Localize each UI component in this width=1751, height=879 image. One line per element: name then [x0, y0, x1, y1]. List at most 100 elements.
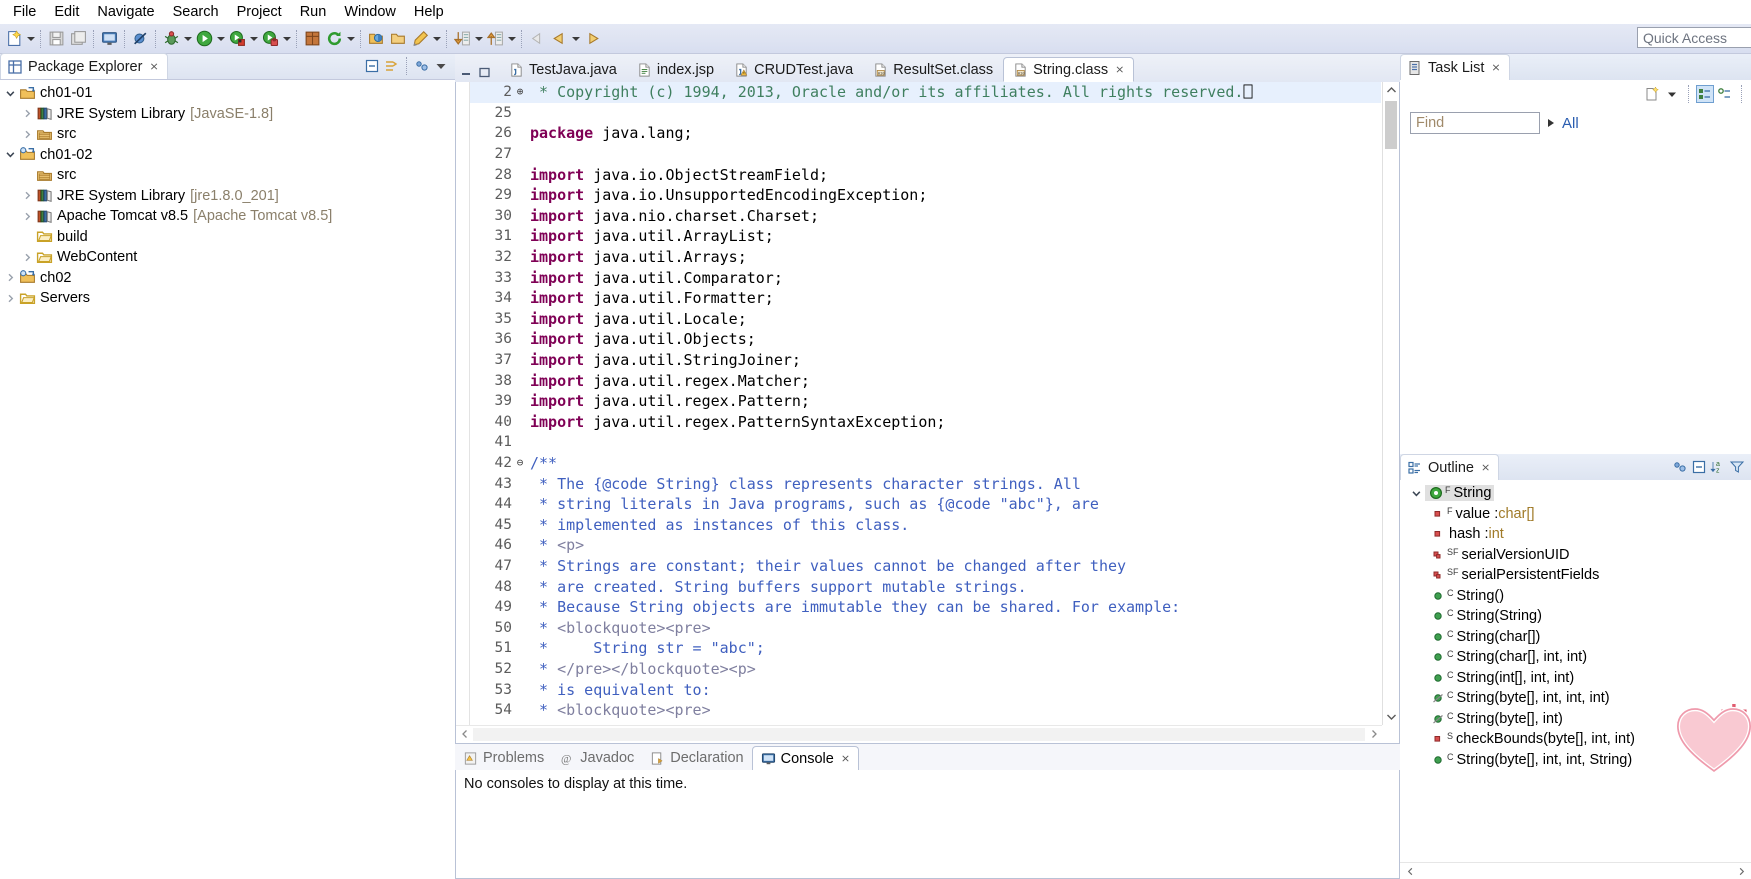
- minimize-icon[interactable]: [461, 67, 473, 78]
- bottom-tab-problems[interactable]: Problems: [455, 746, 552, 770]
- tree-item[interactable]: JRE System Library [JavaSE-1.8]: [0, 104, 455, 125]
- outline-item[interactable]: C String(char[], int, int): [1400, 647, 1751, 668]
- code-lines[interactable]: 2 ⊕ * Copyright (c) 1994, 2013, Oracle an…: [470, 82, 1381, 725]
- close-icon[interactable]: ⨯: [1481, 461, 1490, 474]
- back-dropdown-arrow[interactable]: [570, 28, 581, 50]
- tree-item[interactable]: WebContent: [0, 247, 455, 268]
- code-line[interactable]: 40 import java.util.regex.PatternSyntaxEx…: [470, 412, 1381, 433]
- outline-item[interactable]: C String(): [1400, 586, 1751, 607]
- code-line[interactable]: 51 * String str = "abc";: [470, 638, 1381, 659]
- outline-item[interactable]: ScheckBounds(byte[], int, int): [1400, 729, 1751, 750]
- twisty-expanded-icon[interactable]: [2, 145, 19, 165]
- outline-item[interactable]: Fvalue : char[]: [1400, 504, 1751, 525]
- menu-file[interactable]: File: [4, 2, 45, 22]
- tree-item[interactable]: Apache Tomcat v8.5 [Apache Tomcat v8.5]: [0, 206, 455, 227]
- coverage-dropdown-arrow[interactable]: [248, 28, 259, 50]
- find-input[interactable]: Find: [1410, 112, 1540, 134]
- code-line[interactable]: 33 import java.util.Comparator;: [470, 267, 1381, 288]
- scroll-left-icon[interactable]: [456, 727, 473, 742]
- outline-item[interactable]: C String(byte[], int, int, int): [1400, 688, 1751, 709]
- new-file-icon[interactable]: [3, 28, 25, 50]
- tree-item[interactable]: ch01-02: [0, 145, 455, 166]
- tree-item[interactable]: src: [0, 165, 455, 186]
- tab-package-explorer[interactable]: Package Explorer ⨯: [0, 53, 168, 79]
- tree-item[interactable]: build: [0, 227, 455, 248]
- close-icon[interactable]: ⨯: [1115, 63, 1124, 76]
- next-annotation-icon[interactable]: [451, 28, 473, 50]
- scroll-up-icon[interactable]: [1383, 82, 1399, 99]
- code-line[interactable]: 34 import java.util.Formatter;: [470, 288, 1381, 309]
- code-line[interactable]: 53 * is equivalent to:: [470, 679, 1381, 700]
- new-file-dropdown-arrow[interactable]: [25, 28, 36, 50]
- skip-breakpoints-icon[interactable]: [129, 28, 151, 50]
- outline-item[interactable]: SF serialPersistentFields: [1400, 565, 1751, 586]
- find-expand-arrow-icon[interactable]: [1548, 119, 1554, 127]
- twisty-collapsed-icon[interactable]: [19, 124, 36, 144]
- menu-help[interactable]: Help: [405, 2, 453, 22]
- scroll-right-icon[interactable]: [1733, 864, 1749, 879]
- code-line[interactable]: 46 * <p>: [470, 535, 1381, 556]
- menu-navigate[interactable]: Navigate: [88, 2, 163, 22]
- debug-icon[interactable]: [160, 28, 182, 50]
- new-package-icon[interactable]: [301, 28, 323, 50]
- code-line[interactable]: 37 import java.util.StringJoiner;: [470, 350, 1381, 371]
- outline-item[interactable]: C String(String): [1400, 606, 1751, 627]
- console-icon[interactable]: [98, 28, 120, 50]
- code-line[interactable]: 44 * string literals in Java programs, s…: [470, 494, 1381, 515]
- tree-item[interactable]: JRE System Library [jre1.8.0_201]: [0, 186, 455, 207]
- code-line[interactable]: 36 import java.util.Objects;: [470, 329, 1381, 350]
- tree-item[interactable]: Servers: [0, 288, 455, 309]
- debug-dropdown-arrow[interactable]: [182, 28, 193, 50]
- collapse-all-icon[interactable]: [364, 58, 380, 74]
- code-line[interactable]: 48 * are created. String buffers support…: [470, 576, 1381, 597]
- outline-item[interactable]: C String(byte[], int, int, String): [1400, 750, 1751, 771]
- external-tools-dropdown-arrow[interactable]: [281, 28, 292, 50]
- editor-tab-string-class[interactable]: 010 String.class ⨯: [1003, 57, 1135, 82]
- previous-annotation-icon[interactable]: [484, 28, 506, 50]
- code-line[interactable]: 29 import java.io.UnsupportedEncodingExce…: [470, 185, 1381, 206]
- code-line[interactable]: 54 * <blockquote><pre>: [470, 700, 1381, 721]
- editor-tab-resultset-class[interactable]: 010 ResultSet.class: [863, 57, 1003, 82]
- outline-item[interactable]: C String(char[]): [1400, 627, 1751, 648]
- scrollbar-track[interactable]: [473, 728, 1365, 741]
- scroll-right-icon[interactable]: [1365, 727, 1382, 742]
- code-line[interactable]: 41: [470, 432, 1381, 453]
- quick-access-input[interactable]: Quick Access: [1637, 27, 1751, 48]
- save-all-icon[interactable]: [67, 28, 89, 50]
- outline-item[interactable]: C String(int[], int, int): [1400, 668, 1751, 689]
- run-icon[interactable]: [193, 28, 215, 50]
- task-menu-arrow-icon[interactable]: [1664, 86, 1680, 102]
- code-line[interactable]: 42 ⊖/**: [470, 453, 1381, 474]
- menu-edit[interactable]: Edit: [45, 2, 88, 22]
- run-dropdown-arrow[interactable]: [215, 28, 226, 50]
- bottom-tab-console[interactable]: Console ⨯: [751, 746, 860, 770]
- bottom-tab-javadoc[interactable]: @ Javadoc: [552, 746, 642, 770]
- twisty-expanded-icon[interactable]: [1408, 483, 1425, 503]
- code-line[interactable]: 2 ⊕ * Copyright (c) 1994, 2013, Oracle an…: [470, 82, 1381, 103]
- scroll-left-icon[interactable]: [1402, 864, 1418, 879]
- forward-icon[interactable]: [581, 28, 603, 50]
- outline-item[interactable]: F String: [1400, 483, 1751, 504]
- close-icon[interactable]: ⨯: [841, 752, 850, 765]
- code-line[interactable]: 28 import java.io.ObjectStreamField;: [470, 164, 1381, 185]
- tab-task-list[interactable]: Task List ⨯: [1400, 54, 1510, 80]
- collapse-all-icon[interactable]: [1691, 459, 1707, 475]
- view-chevron-icon[interactable]: [433, 58, 449, 74]
- new-task-icon[interactable]: [1644, 85, 1660, 102]
- editor-tab-crudtest-java[interactable]: CRUDTest.java: [724, 57, 863, 82]
- focus-icon[interactable]: [1672, 459, 1688, 475]
- filter-icon[interactable]: [1717, 86, 1733, 102]
- code-line[interactable]: 30 import java.nio.charset.Charset;: [470, 206, 1381, 227]
- outline-item[interactable]: SF serialVersionUID: [1400, 545, 1751, 566]
- editor-horizontal-scrollbar[interactable]: [456, 725, 1382, 743]
- view-menu-icon[interactable]: [414, 58, 430, 74]
- fold-toggle-icon[interactable]: ⊖: [514, 453, 526, 473]
- sort-icon[interactable]: a z: [1710, 459, 1726, 475]
- outline-item[interactable]: C String(byte[], int): [1400, 709, 1751, 730]
- editor-vertical-scrollbar[interactable]: [1382, 82, 1399, 725]
- all-filter-link[interactable]: All: [1562, 115, 1579, 132]
- bottom-tab-declaration[interactable]: Declaration: [642, 746, 751, 770]
- editor-tab-testjava-java[interactable]: TestJava.java: [499, 57, 627, 82]
- external-tools-icon[interactable]: [259, 28, 281, 50]
- twisty-collapsed-icon[interactable]: [2, 288, 19, 308]
